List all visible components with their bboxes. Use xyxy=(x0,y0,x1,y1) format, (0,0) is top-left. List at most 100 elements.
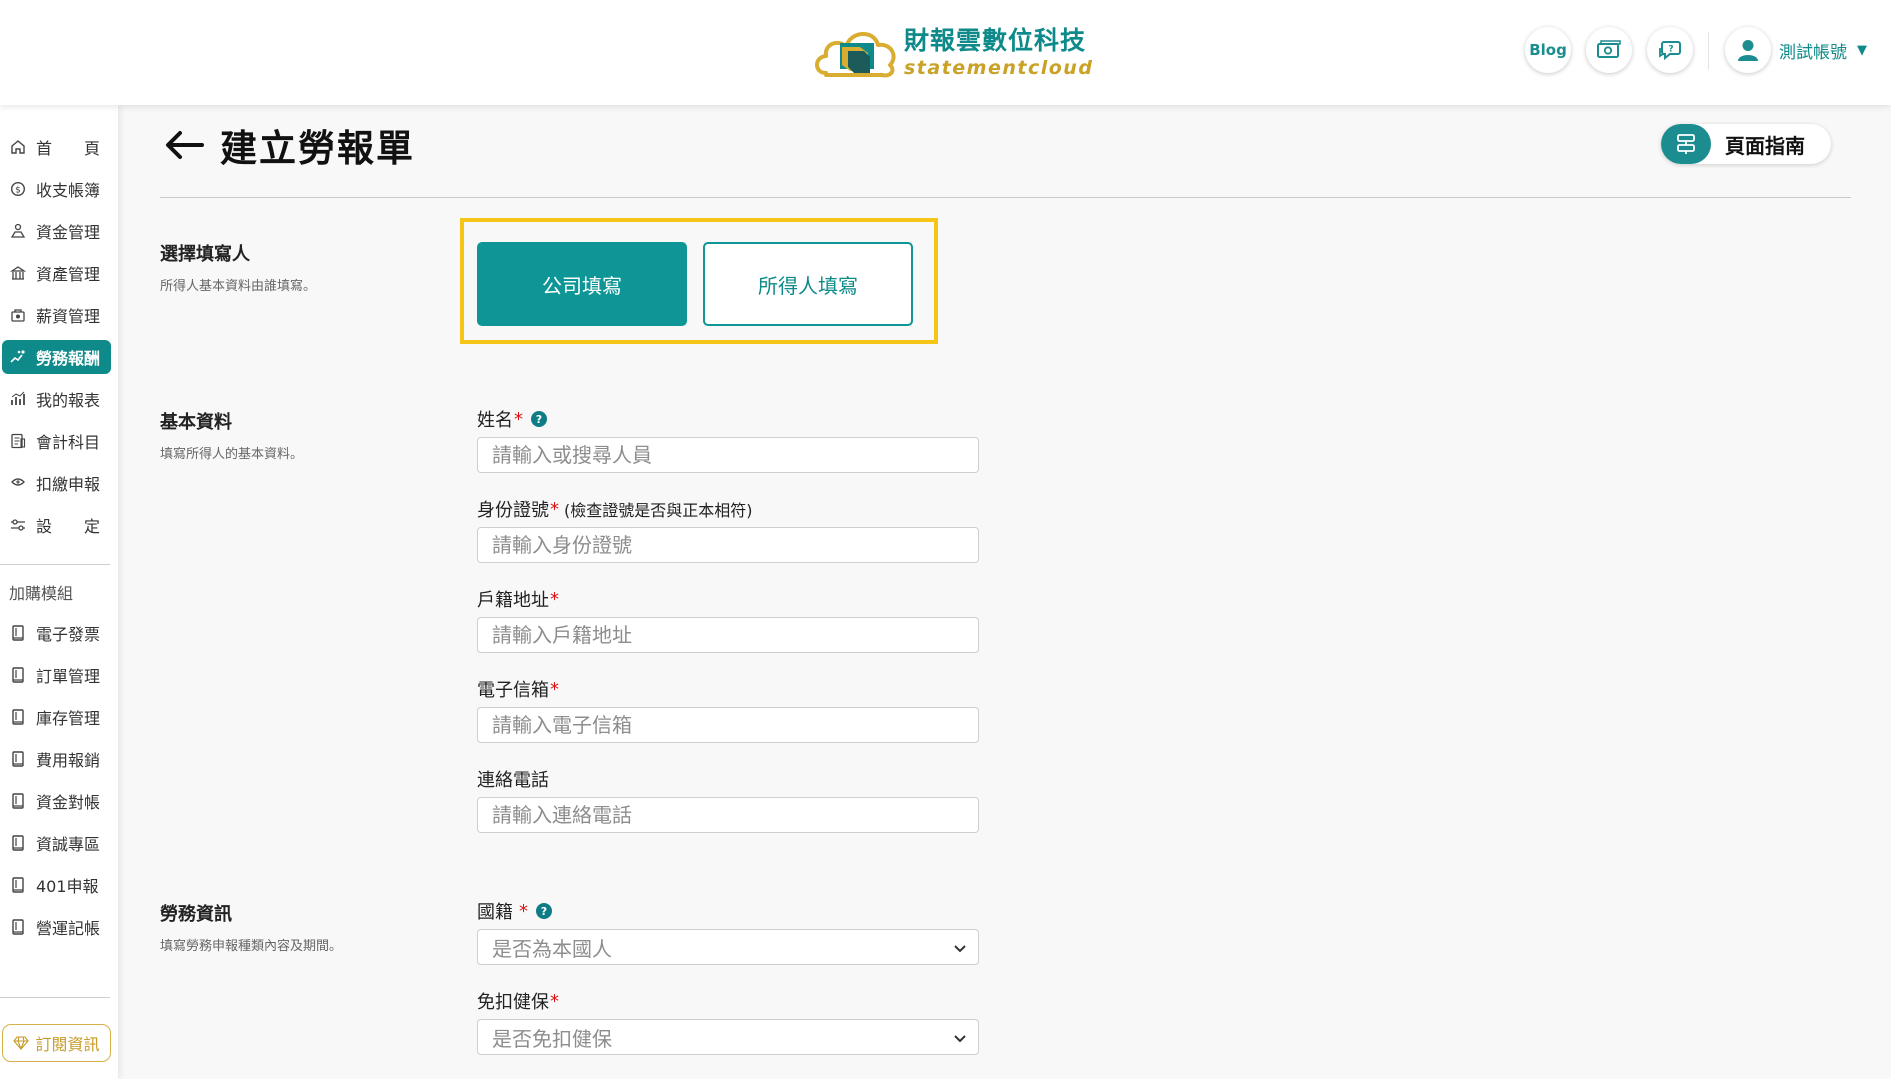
back-arrow-icon[interactable] xyxy=(164,130,204,160)
sidebar-item-label: 訂單管理 xyxy=(36,667,101,686)
sidebar-item-payroll[interactable]: 薪資管理 xyxy=(2,298,111,332)
module-icon xyxy=(9,876,27,894)
top-header: 財報雲數位科技 statementcloud Blog ? 測試帳號 ▼ xyxy=(0,0,1891,105)
name-label: 姓名 * ? xyxy=(477,406,547,432)
email-label: 電子信箱 * xyxy=(477,678,559,702)
account-name: 測試帳號 xyxy=(1779,42,1847,63)
insurance-select[interactable]: 是否免扣健保 xyxy=(477,1019,979,1055)
required-mark: * xyxy=(519,900,528,922)
section-title-basic: 基本資料 xyxy=(160,412,232,433)
sidebar-item-401[interactable]: 401申報 xyxy=(2,868,111,902)
address-input[interactable] xyxy=(477,617,979,653)
sidebar-item-cashbook[interactable]: $ 收支帳簿 xyxy=(2,172,111,206)
avatar xyxy=(1725,27,1771,73)
sidebar-item-operations[interactable]: 營運記帳 xyxy=(2,910,111,944)
sidebar-item-orders[interactable]: 訂單管理 xyxy=(2,658,111,692)
required-mark: * xyxy=(550,678,559,700)
guide-icon xyxy=(1661,124,1711,164)
phone-input[interactable] xyxy=(477,797,979,833)
required-mark: * xyxy=(550,498,559,520)
company-fill-button[interactable]: 公司填寫 xyxy=(477,242,687,326)
sidebar-item-label: 設 定 xyxy=(36,517,101,536)
module-icon xyxy=(9,834,27,852)
nationality-select[interactable]: 是否為本國人 xyxy=(477,929,979,965)
help-icon[interactable]: ? xyxy=(536,903,552,919)
address-label: 戶籍地址 * xyxy=(477,588,559,612)
insurance-placeholder: 是否免扣健保 xyxy=(492,1026,612,1051)
nationality-placeholder: 是否為本國人 xyxy=(492,936,612,961)
sidebar-item-expense[interactable]: 費用報銷 xyxy=(2,742,111,776)
building-icon xyxy=(9,264,27,282)
sidebar-item-label: 費用報銷 xyxy=(36,751,101,770)
owner-fill-button[interactable]: 所得人填寫 xyxy=(703,242,913,326)
email-input[interactable] xyxy=(477,707,979,743)
sidebar-item-reports[interactable]: 我的報表 xyxy=(2,382,111,416)
sidebar-item-label: 收支帳簿 xyxy=(36,181,101,200)
sidebar-item-inventory[interactable]: 庫存管理 xyxy=(2,700,111,734)
sidebar-item-label: 首 頁 xyxy=(36,139,101,158)
coin-icon: $ xyxy=(9,180,27,198)
sidebar-item-label: 勞務報酬 xyxy=(36,349,101,368)
sidebar-item-labor-fee[interactable]: 勞務報酬 xyxy=(2,340,111,374)
money-button[interactable] xyxy=(1586,27,1632,73)
sidebar-item-assets[interactable]: 資產管理 xyxy=(2,256,111,290)
id-number-input[interactable] xyxy=(477,527,979,563)
sidebar-divider xyxy=(0,997,110,998)
handshake-icon xyxy=(9,348,27,366)
sidebar-item-withholding[interactable]: 扣繳申報 xyxy=(2,466,111,500)
settings-icon xyxy=(9,516,27,534)
chat-help-icon: ? xyxy=(1659,41,1681,61)
sidebar-item-label: 扣繳申報 xyxy=(36,475,101,494)
sidebar: 首 頁 $ 收支帳簿 資金管理 資產管理 薪資管理 勞務報酬 我的報表 會計科目… xyxy=(0,105,118,1079)
subscription-label: 訂閱資訊 xyxy=(35,1035,100,1054)
caret-down-icon: ▼ xyxy=(1857,42,1867,58)
sidebar-divider xyxy=(0,564,110,565)
payroll-icon xyxy=(9,306,27,324)
page-guide-button[interactable]: 頁面指南 xyxy=(1661,124,1831,164)
module-icon xyxy=(9,750,27,768)
nationality-label: 國籍 * ? xyxy=(477,898,552,924)
section-desc-filler: 所得人基本資料由誰填寫。 xyxy=(160,279,317,294)
sidebar-item-label: 電子發票 xyxy=(36,625,101,644)
sidebar-item-label: 薪資管理 xyxy=(36,307,101,326)
sidebar-item-label: 資金管理 xyxy=(36,223,101,242)
sidebar-item-pwc[interactable]: 資誠專區 xyxy=(2,826,111,860)
section-title-labor: 勞務資訊 xyxy=(160,904,232,925)
sidebar-item-label: 401申報 xyxy=(36,877,99,896)
header-divider xyxy=(1708,32,1709,70)
sidebar-item-settings[interactable]: 設 定 xyxy=(2,508,111,542)
title-divider xyxy=(160,197,1851,198)
module-icon xyxy=(9,792,27,810)
sidebar-item-label: 會計科目 xyxy=(36,433,101,452)
support-button[interactable]: ? xyxy=(1647,27,1693,73)
sidebar-item-label: 營運記帳 xyxy=(36,919,101,938)
required-mark: * xyxy=(514,408,523,430)
svg-text:$: $ xyxy=(15,186,21,196)
subscription-button[interactable]: 訂閱資訊 xyxy=(2,1024,111,1062)
diamond-icon xyxy=(13,1036,30,1050)
help-icon[interactable]: ? xyxy=(531,411,547,427)
sidebar-item-label: 資金對帳 xyxy=(36,793,101,812)
blog-button[interactable]: Blog xyxy=(1525,27,1571,73)
id-label: 身份證號 * (檢查證號是否與正本相符) xyxy=(477,498,753,522)
addon-group-label: 加購模組 xyxy=(9,584,74,603)
module-icon xyxy=(9,918,27,936)
chevron-down-icon xyxy=(954,1035,966,1043)
home-icon xyxy=(9,138,27,156)
sidebar-item-home[interactable]: 首 頁 xyxy=(2,130,111,164)
account-menu[interactable]: 測試帳號 ▼ xyxy=(1725,27,1867,73)
sidebar-item-reconcile[interactable]: 資金對帳 xyxy=(2,784,111,818)
sidebar-item-funds[interactable]: 資金管理 xyxy=(2,214,111,248)
sidebar-item-einvoice[interactable]: 電子發票 xyxy=(2,616,111,650)
fund-icon xyxy=(9,222,27,240)
page-guide-label: 頁面指南 xyxy=(1725,133,1805,158)
main-content: 建立勞報單 頁面指南 選擇填寫人 所得人基本資料由誰填寫。 公司填寫 所得人填寫… xyxy=(118,105,1891,1079)
phone-label: 連絡電話 xyxy=(477,770,549,791)
id-note: (檢查證號是否與正本相符) xyxy=(564,501,753,520)
page-title: 建立勞報單 xyxy=(220,127,415,170)
cloud-logo-icon xyxy=(815,32,896,78)
brand-logo[interactable]: 財報雲數位科技 statementcloud xyxy=(812,22,1093,84)
module-icon xyxy=(9,708,27,726)
sidebar-item-accounts[interactable]: 會計科目 xyxy=(2,424,111,458)
name-input[interactable] xyxy=(477,437,979,473)
